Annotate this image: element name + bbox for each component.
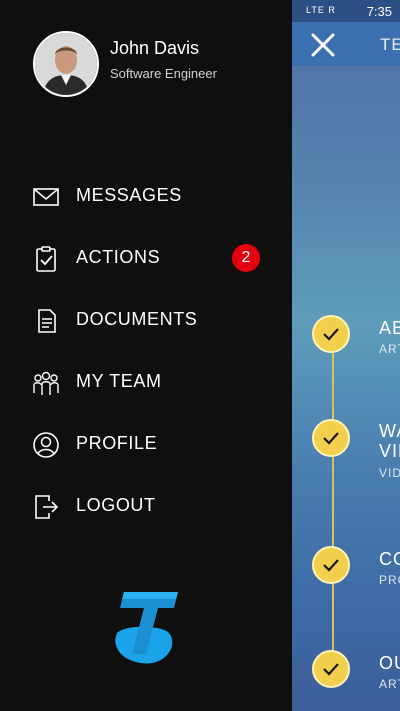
logout-icon — [35, 495, 59, 519]
envelope-icon — [33, 188, 59, 206]
clipboard-check-icon — [36, 246, 56, 272]
avatar[interactable] — [33, 31, 99, 97]
timeline-item[interactable]: OU ART — [312, 650, 400, 700]
timeline-subtitle: ART — [379, 677, 400, 691]
page-title: TE — [380, 35, 400, 54]
timeline-subtitle: PRO — [379, 573, 400, 587]
checkmark-icon — [312, 650, 350, 688]
user-role: Software Engineer — [110, 66, 217, 81]
timeline-subtitle: ART — [379, 342, 400, 356]
document-icon — [38, 309, 56, 333]
navigation-drawer: John Davis Software Engineer MESSAGES AC… — [0, 0, 292, 711]
timeline-title: OU — [379, 653, 400, 673]
checkmark-icon — [312, 546, 350, 584]
menu-item-label: PROFILE — [76, 433, 158, 453]
timeline-title: CO — [379, 549, 400, 569]
user-photo-icon — [35, 33, 97, 95]
status-indicators: LTE R — [306, 5, 336, 15]
timeline-title: WA — [379, 421, 400, 441]
menu-item-my-team[interactable]: MY TEAM — [0, 355, 292, 411]
main-content: LTE R 7:35 TE AB ART WA VID VID CO PRO — [292, 0, 400, 711]
timeline-item[interactable]: WA VID VID — [312, 419, 400, 480]
status-time: 7:35 — [366, 4, 392, 19]
menu-item-label: MY TEAM — [76, 371, 162, 391]
top-app-bar: TE — [292, 22, 400, 66]
checkmark-icon — [312, 419, 350, 457]
status-bar: LTE R 7:35 — [292, 0, 400, 22]
timeline-subtitle: VID — [379, 466, 400, 480]
team-icon — [33, 371, 59, 395]
notification-badge: 2 — [232, 244, 260, 272]
user-name: John Davis — [110, 38, 200, 58]
timeline-item[interactable]: CO PRO — [312, 546, 400, 596]
menu-item-label: ACTIONS — [76, 247, 161, 267]
timeline-item[interactable]: AB ART — [312, 315, 400, 365]
menu-item-profile[interactable]: PROFILE — [0, 417, 292, 473]
menu-item-label: DOCUMENTS — [76, 309, 198, 329]
menu-item-actions[interactable]: ACTIONS 2 — [0, 231, 292, 287]
timeline-line — [332, 335, 334, 670]
timeline-title-line2: VID — [379, 441, 400, 461]
menu-item-label: LOGOUT — [76, 495, 156, 515]
menu-item-label: MESSAGES — [76, 185, 182, 205]
telstra-logo — [115, 592, 178, 664]
menu-item-messages[interactable]: MESSAGES — [0, 169, 292, 225]
timeline-title: AB — [379, 318, 400, 338]
menu-item-documents[interactable]: DOCUMENTS — [0, 293, 292, 349]
checkmark-icon — [312, 315, 350, 353]
profile-icon — [33, 432, 59, 458]
close-icon[interactable] — [310, 32, 336, 58]
menu-item-logout[interactable]: LOGOUT — [0, 479, 292, 535]
